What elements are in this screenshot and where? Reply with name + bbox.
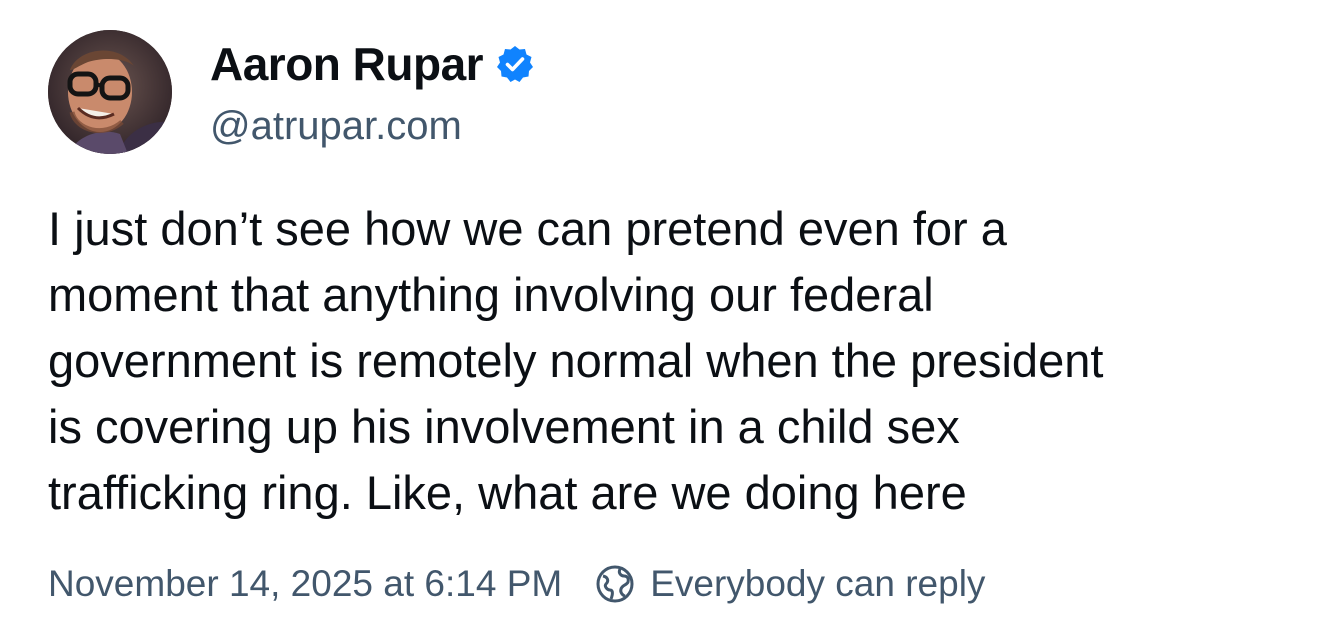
post-timestamp[interactable]: November 14, 2025 at 6:14 PM (48, 563, 562, 605)
post-text-line: I just don’t see how we can pretend even… (48, 202, 1007, 255)
author-block: Aaron Rupar @atrupar.com (210, 34, 535, 152)
author-handle[interactable]: @atrupar.com (210, 100, 535, 152)
author-display-name[interactable]: Aaron Rupar (210, 34, 484, 94)
avatar[interactable] (48, 30, 172, 154)
post-text-line: trafficking ring. Like, what are we doin… (48, 466, 967, 519)
verified-check-icon[interactable] (495, 44, 535, 84)
post-text-line: moment that anything involving our feder… (48, 268, 934, 321)
avatar-photo (48, 30, 172, 154)
post-text-line: is covering up his involvement in a chil… (48, 400, 960, 453)
author-name-row: Aaron Rupar (210, 34, 535, 94)
post-meta: November 14, 2025 at 6:14 PM Everybody c… (48, 558, 985, 610)
globe-icon (594, 563, 636, 605)
post-text: I just don’t see how we can pretend even… (48, 196, 1278, 526)
post-text-line: government is remotely normal when the p… (48, 334, 1104, 387)
post-card: Aaron Rupar @atrupar.com I just don’t se… (0, 0, 1320, 636)
reply-setting[interactable]: Everybody can reply (594, 563, 985, 605)
reply-setting-label: Everybody can reply (650, 563, 986, 604)
